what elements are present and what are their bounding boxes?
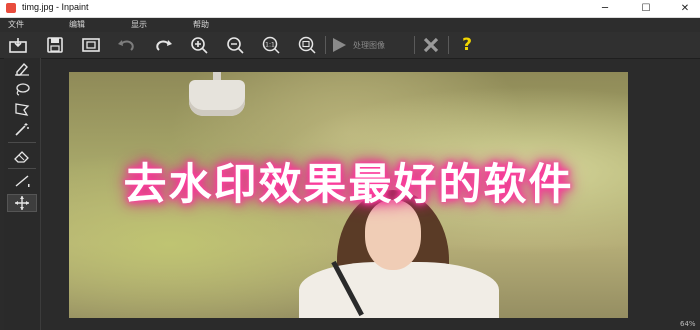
toolbar-separator xyxy=(325,36,326,54)
redo-button[interactable] xyxy=(152,35,174,55)
cancel-icon xyxy=(423,37,439,53)
title-bar: timg.jpg - Inpaint ─ ☐ ✕ xyxy=(0,0,700,18)
polygon-lasso-icon xyxy=(15,103,30,116)
window-title: timg.jpg - Inpaint xyxy=(22,2,89,12)
line-tool[interactable] xyxy=(7,172,37,190)
menu-edit[interactable]: 编辑 xyxy=(69,19,85,30)
tool-separator xyxy=(8,142,36,143)
zoom-in-icon xyxy=(191,37,208,54)
save-as-icon xyxy=(82,38,100,52)
image-canvas[interactable]: 去水印效果最好的软件 xyxy=(69,72,628,318)
fit-window-icon xyxy=(298,36,316,54)
fit-window-button[interactable] xyxy=(296,35,318,55)
svg-text:1:1: 1:1 xyxy=(265,42,275,49)
tool-panel xyxy=(4,58,41,330)
help-button[interactable]: ? xyxy=(456,35,478,55)
open-image-icon xyxy=(9,38,27,53)
watermark-text: 去水印效果最好的软件 xyxy=(123,160,574,210)
help-icon: ? xyxy=(462,35,472,55)
close-button[interactable]: ✕ xyxy=(665,0,700,17)
actual-size-icon: 1:1 xyxy=(262,36,280,54)
magic-wand-icon xyxy=(15,123,29,136)
maximize-button[interactable]: ☐ xyxy=(626,0,666,17)
process-label: 处理图像 xyxy=(353,40,385,50)
magic-wand-tool[interactable] xyxy=(7,120,37,138)
eraser-icon xyxy=(14,151,29,163)
undo-icon xyxy=(118,40,134,51)
menu-help[interactable]: 帮助 xyxy=(193,19,209,30)
zoom-out-icon xyxy=(227,37,244,54)
menu-file[interactable]: 文件 xyxy=(8,19,24,30)
save-button[interactable] xyxy=(44,35,66,55)
zoom-out-button[interactable] xyxy=(224,35,246,55)
eraser-tool[interactable] xyxy=(7,147,37,165)
process-image-button[interactable]: 处理图像 xyxy=(331,35,411,55)
toolbar: 1:1 处理图像 ? xyxy=(0,32,700,59)
lasso-icon xyxy=(16,83,30,96)
toolbar-separator xyxy=(448,36,449,54)
toolbar-separator xyxy=(414,36,415,54)
cancel-button[interactable] xyxy=(420,35,442,55)
actual-size-button[interactable]: 1:1 xyxy=(260,35,282,55)
save-icon xyxy=(47,37,63,53)
move-tool[interactable] xyxy=(7,194,37,212)
tool-separator xyxy=(8,168,36,169)
process-icon xyxy=(333,38,346,52)
zoom-in-button[interactable] xyxy=(188,35,210,55)
move-icon xyxy=(15,196,29,210)
marker-icon xyxy=(15,62,29,76)
redo-icon xyxy=(156,40,172,51)
minimize-button[interactable]: ─ xyxy=(585,0,625,17)
zoom-level: 64% xyxy=(680,320,696,328)
open-image-button[interactable] xyxy=(7,35,29,55)
street-lamp xyxy=(189,72,245,116)
lasso-tool[interactable] xyxy=(7,80,37,98)
marker-tool[interactable] xyxy=(7,60,37,78)
photo-subject-body xyxy=(299,262,499,318)
polygon-lasso-tool[interactable] xyxy=(7,100,37,118)
app-icon xyxy=(6,3,16,13)
line-icon xyxy=(15,175,30,187)
menu-bar: 文件 编辑 显示 帮助 xyxy=(0,18,700,32)
save-as-button[interactable] xyxy=(80,35,102,55)
undo-button[interactable] xyxy=(116,35,138,55)
menu-view[interactable]: 显示 xyxy=(131,19,147,30)
